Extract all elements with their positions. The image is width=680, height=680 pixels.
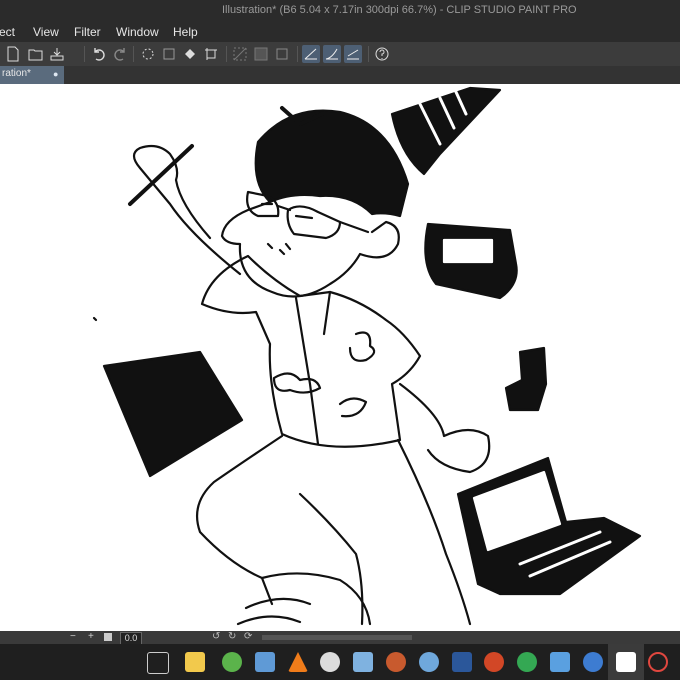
- pen-stabilizer-icon[interactable]: [302, 45, 320, 63]
- window-title: Illustration* (B6 5.04 x 7.17in 300dpi 6…: [222, 4, 577, 16]
- zoom-in-button[interactable]: +: [88, 631, 94, 642]
- chrome-icon[interactable]: [517, 652, 537, 672]
- fill-icon[interactable]: [181, 45, 199, 63]
- menu-item-filter[interactable]: Filter: [74, 25, 101, 39]
- sketch-illustration: [92, 86, 642, 626]
- menu-item-view[interactable]: View: [33, 25, 59, 39]
- clip-studio-icon[interactable]: [616, 652, 636, 672]
- menu-item-help[interactable]: Help: [173, 25, 198, 39]
- taskbar: [0, 644, 680, 680]
- command-bar: [0, 42, 680, 67]
- drawing-canvas[interactable]: [0, 84, 680, 631]
- word-icon[interactable]: [452, 652, 472, 672]
- clear-icon[interactable]: [160, 45, 178, 63]
- fit-icon[interactable]: [104, 633, 112, 641]
- window-icon[interactable]: [550, 652, 570, 672]
- transform-icon[interactable]: [202, 45, 220, 63]
- close-icon[interactable]: ●: [53, 69, 58, 79]
- camera-icon[interactable]: [353, 652, 373, 672]
- selection-icon[interactable]: [252, 45, 270, 63]
- selection-off-icon[interactable]: [231, 45, 249, 63]
- help-icon[interactable]: [373, 45, 391, 63]
- store-icon[interactable]: [255, 652, 275, 672]
- utorrent-icon[interactable]: [222, 652, 242, 672]
- menu-item-window[interactable]: Window: [116, 25, 159, 39]
- scrollbar[interactable]: [262, 635, 412, 640]
- rotate-left-icon[interactable]: ↺: [212, 631, 220, 642]
- open-folder-icon[interactable]: [27, 45, 45, 63]
- vlc-icon[interactable]: [288, 652, 308, 672]
- menu-bar: ect View Filter Window Help: [0, 22, 680, 42]
- globe-icon[interactable]: [583, 652, 603, 672]
- clock-icon[interactable]: [320, 652, 340, 672]
- status-bar: − + 0.0 ↺ ↻ ⟳: [0, 631, 680, 645]
- curve-icon[interactable]: [323, 45, 341, 63]
- media-icon[interactable]: [386, 652, 406, 672]
- file-explorer-icon[interactable]: [185, 652, 205, 672]
- rotate-right-icon[interactable]: ↻: [228, 631, 236, 642]
- loading-spinner-icon[interactable]: [139, 45, 157, 63]
- task-view-icon[interactable]: [147, 652, 169, 674]
- tab-illustration[interactable]: ration* ●: [0, 66, 64, 84]
- save-icon[interactable]: [48, 45, 66, 63]
- title-bar: Illustration* (B6 5.04 x 7.17in 300dpi 6…: [0, 0, 680, 22]
- canvas-icon[interactable]: [273, 45, 291, 63]
- menu-item-select[interactable]: ect: [0, 25, 15, 39]
- redo-icon[interactable]: [111, 45, 129, 63]
- undo-icon[interactable]: [90, 45, 108, 63]
- new-file-icon[interactable]: [4, 45, 22, 63]
- rotate-reset-icon[interactable]: ⟳: [244, 631, 252, 642]
- record-icon[interactable]: [648, 652, 668, 672]
- powerpoint-icon[interactable]: [484, 652, 504, 672]
- tab-label: ration*: [2, 68, 31, 79]
- paint-icon[interactable]: [419, 652, 439, 672]
- zoom-out-button[interactable]: −: [70, 631, 76, 642]
- straight-line-icon[interactable]: [344, 45, 362, 63]
- document-tab-bar: ration* ●: [0, 66, 680, 84]
